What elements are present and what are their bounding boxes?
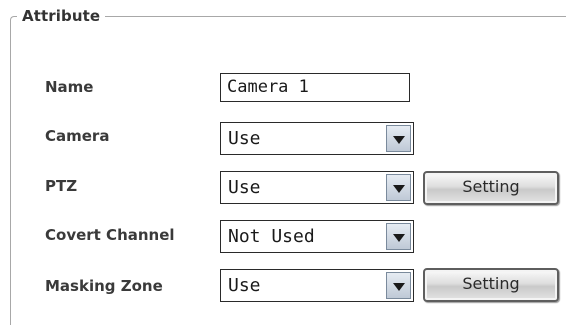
ptz-dropdown-button[interactable] xyxy=(386,174,411,201)
covert-channel-dropdown-button[interactable] xyxy=(386,223,411,250)
name-label: Name xyxy=(45,78,94,96)
masking-zone-select-value: Use xyxy=(228,275,261,296)
masking-zone-select[interactable]: Use xyxy=(220,269,414,302)
masking-zone-dropdown-button[interactable] xyxy=(386,272,411,299)
covert-channel-select[interactable]: Not Used xyxy=(220,220,414,253)
ptz-setting-button[interactable]: Setting xyxy=(423,171,559,205)
covert-channel-select-value: Not Used xyxy=(228,226,315,247)
attribute-panel: Attribute Name Camera 1 Camera Use PTZ U… xyxy=(0,0,566,325)
ptz-label: PTZ xyxy=(45,177,78,195)
masking-zone-setting-button[interactable]: Setting xyxy=(423,268,559,302)
chevron-down-icon xyxy=(393,136,405,144)
chevron-down-icon xyxy=(393,234,405,242)
camera-dropdown-button[interactable] xyxy=(386,125,411,152)
ptz-select[interactable]: Use xyxy=(220,171,414,204)
chevron-down-icon xyxy=(393,283,405,291)
camera-label: Camera xyxy=(45,127,110,145)
covert-channel-label: Covert Channel xyxy=(45,226,175,244)
ptz-select-value: Use xyxy=(228,177,261,198)
chevron-down-icon xyxy=(393,185,405,193)
group-frame-left xyxy=(10,21,11,325)
group-legend: Attribute xyxy=(20,7,103,25)
group-frame-corner xyxy=(10,16,17,23)
group-frame-top xyxy=(105,16,566,17)
camera-select-value: Use xyxy=(228,128,261,149)
camera-select[interactable]: Use xyxy=(220,122,414,155)
name-input[interactable]: Camera 1 xyxy=(220,73,410,102)
masking-zone-label: Masking Zone xyxy=(45,277,163,295)
